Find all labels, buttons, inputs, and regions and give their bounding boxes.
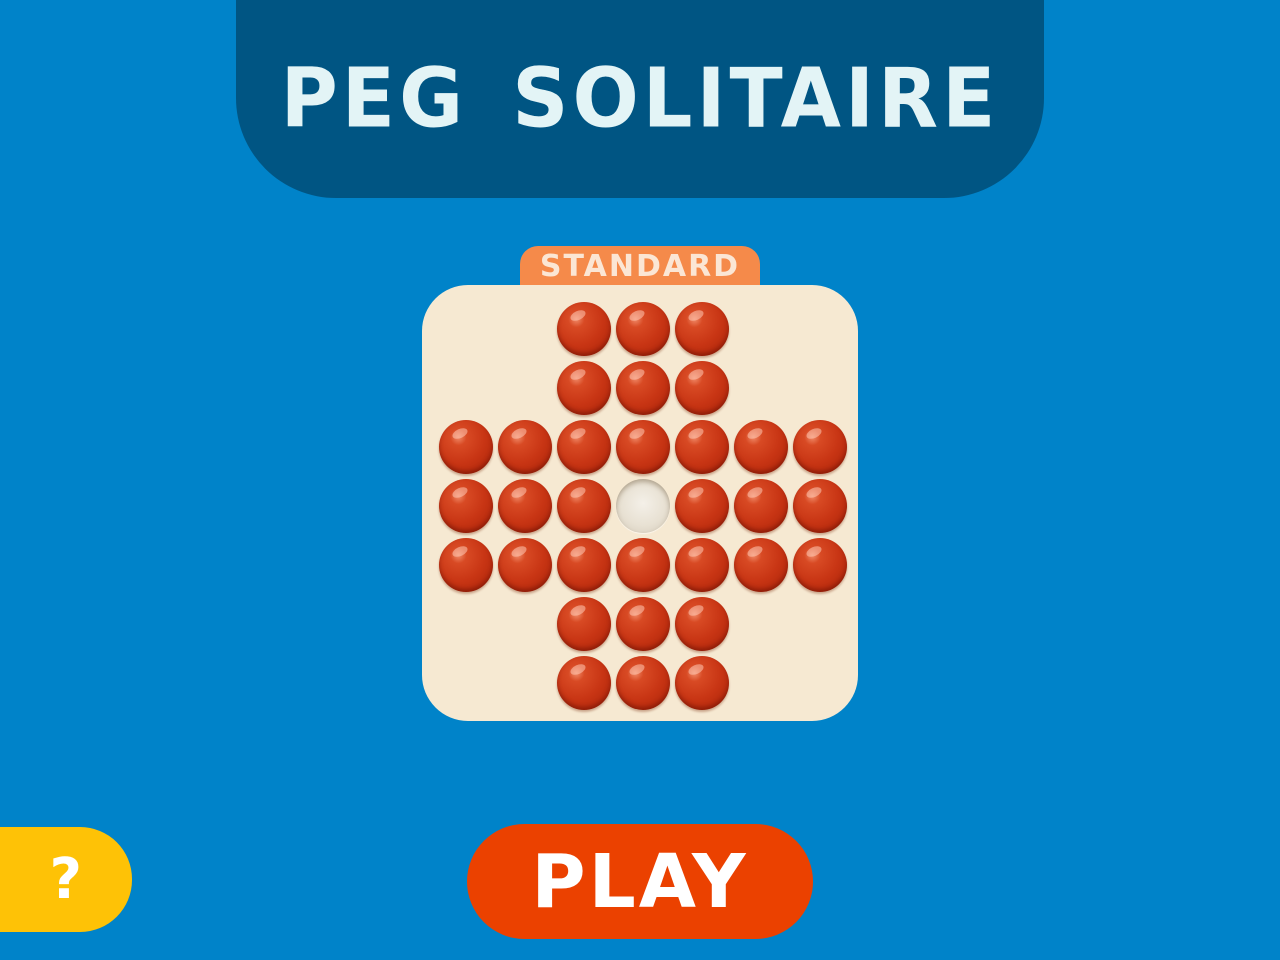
peg — [498, 479, 552, 533]
peg — [616, 538, 670, 592]
peg — [675, 597, 729, 651]
help-icon: ? — [49, 846, 82, 912]
peg — [557, 420, 611, 474]
peg — [557, 479, 611, 533]
peg — [616, 656, 670, 710]
peg — [616, 420, 670, 474]
peg — [675, 538, 729, 592]
peg — [675, 361, 729, 415]
peg — [557, 597, 611, 651]
help-button[interactable]: ? — [0, 827, 132, 932]
peg — [439, 420, 493, 474]
peg — [675, 302, 729, 356]
board-mode-label: STANDARD — [539, 249, 741, 284]
peg-board[interactable] — [422, 285, 858, 721]
title-banner: PEG SOLITAIRE — [236, 0, 1044, 198]
peg — [557, 302, 611, 356]
peg — [557, 538, 611, 592]
peg — [734, 420, 788, 474]
peg — [616, 302, 670, 356]
peg — [793, 420, 847, 474]
peg — [616, 597, 670, 651]
peg — [557, 656, 611, 710]
peg — [498, 420, 552, 474]
play-button[interactable]: PLAY — [467, 824, 813, 939]
peg — [734, 538, 788, 592]
peg — [498, 538, 552, 592]
peg — [793, 479, 847, 533]
peg — [675, 479, 729, 533]
peg — [557, 361, 611, 415]
peg — [793, 538, 847, 592]
empty-hole — [616, 479, 670, 533]
peg — [439, 538, 493, 592]
peg — [616, 361, 670, 415]
peg — [675, 656, 729, 710]
peg — [675, 420, 729, 474]
play-button-label: PLAY — [531, 838, 749, 925]
peg — [734, 479, 788, 533]
game-title: PEG SOLITAIRE — [280, 51, 1000, 147]
peg — [439, 479, 493, 533]
